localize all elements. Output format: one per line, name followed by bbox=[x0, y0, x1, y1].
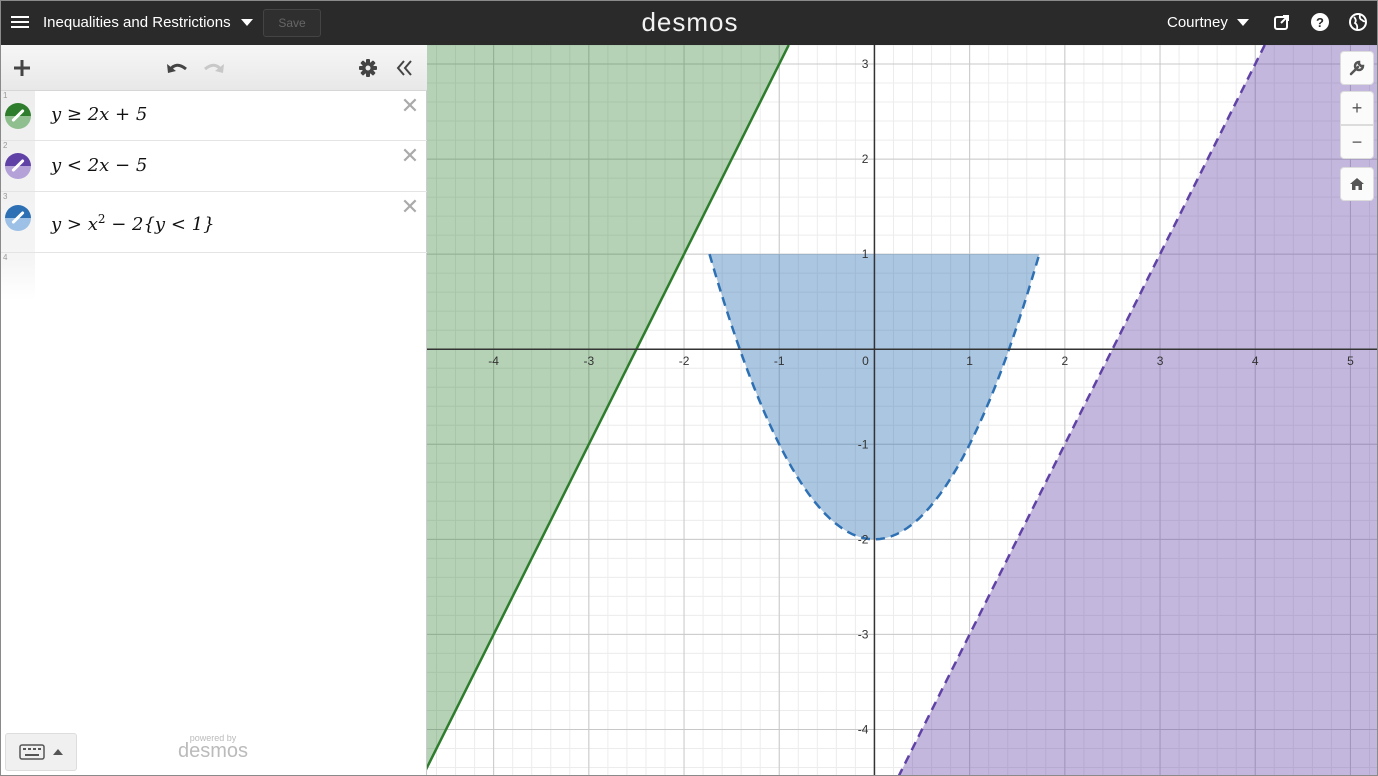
powered-by-brand: desmos bbox=[177, 740, 249, 762]
expression-row-3[interactable]: 3 y > x2 − 2{y < 1} ✕ bbox=[1, 192, 427, 253]
powered-by-logo: powered by desmos bbox=[175, 733, 251, 763]
expression-index: 1 bbox=[3, 91, 8, 100]
y-tick-label: 3 bbox=[862, 57, 869, 71]
x-tick-label: 2 bbox=[1061, 354, 1068, 368]
y-tick-label: -1 bbox=[858, 437, 869, 451]
share-icon[interactable] bbox=[1272, 12, 1292, 32]
top-bar: Inequalities and Restrictions Save desmo… bbox=[1, 1, 1377, 45]
y-tick-label: 1 bbox=[862, 247, 869, 261]
color-toggle-icon[interactable] bbox=[5, 205, 31, 231]
user-menu[interactable]: Courtney bbox=[1167, 14, 1249, 31]
expression-latex[interactable]: y > x2 − 2{y < 1} bbox=[51, 212, 215, 235]
graph-title: Inequalities and Restrictions bbox=[43, 14, 231, 31]
latex-base: y > x bbox=[51, 214, 98, 235]
delete-icon[interactable]: ✕ bbox=[399, 197, 421, 219]
expression-latex[interactable]: y ≥ 2x + 5 bbox=[51, 104, 147, 125]
gear-icon[interactable] bbox=[356, 56, 380, 80]
latex-rest: − 2{y < 1} bbox=[105, 214, 215, 235]
caret-down-icon bbox=[240, 19, 253, 26]
save-button[interactable]: Save bbox=[263, 9, 321, 37]
globe-icon[interactable] bbox=[1348, 12, 1368, 32]
x-tick-label: -4 bbox=[488, 354, 499, 368]
add-icon[interactable] bbox=[10, 56, 34, 80]
x-tick-label: 0 bbox=[862, 354, 869, 368]
home-icon[interactable] bbox=[1340, 167, 1374, 201]
graph-paper[interactable]: -4 -3 -2 -1 0 1 2 3 4 5 3 2 1 -1 -2 -3 -4 bbox=[427, 45, 1378, 776]
keyboard-icon bbox=[19, 744, 45, 760]
graph-title-dropdown[interactable]: Inequalities and Restrictions bbox=[43, 14, 253, 31]
zoom-out-button[interactable]: − bbox=[1340, 125, 1374, 159]
desmos-app: Inequalities and Restrictions Save desmo… bbox=[0, 0, 1378, 776]
caret-up-icon bbox=[53, 749, 63, 755]
redo-icon[interactable] bbox=[202, 56, 226, 80]
color-toggle-icon[interactable] bbox=[5, 103, 31, 129]
expression-index: 3 bbox=[3, 192, 8, 201]
expression-row-4[interactable]: 4 bbox=[1, 253, 427, 299]
y-tick-label: 2 bbox=[862, 152, 869, 166]
x-tick-label: -1 bbox=[774, 354, 785, 368]
delete-icon[interactable]: ✕ bbox=[399, 96, 421, 118]
x-tick-label: 1 bbox=[966, 354, 973, 368]
user-name: Courtney bbox=[1167, 14, 1228, 31]
expression-index: 2 bbox=[3, 141, 8, 150]
y-tick-label: -2 bbox=[858, 532, 869, 546]
color-toggle-icon[interactable] bbox=[5, 153, 31, 179]
expression-row-2[interactable]: 2 y < 2x − 5 ✕ bbox=[1, 141, 427, 192]
help-icon[interactable]: ? bbox=[1310, 12, 1330, 32]
y-tick-label: -3 bbox=[858, 627, 869, 641]
expression-row-1[interactable]: 1 y ≥ 2x + 5 ✕ bbox=[1, 91, 427, 141]
x-tick-label: 5 bbox=[1347, 354, 1354, 368]
y-tick-label: -4 bbox=[858, 722, 869, 736]
undo-icon[interactable] bbox=[165, 56, 189, 80]
svg-text:?: ? bbox=[1316, 15, 1324, 30]
collapse-icon[interactable] bbox=[392, 56, 416, 80]
caret-down-icon bbox=[1236, 19, 1249, 26]
x-tick-label: -2 bbox=[679, 354, 690, 368]
menu-icon[interactable] bbox=[11, 13, 31, 33]
x-tick-label: -3 bbox=[584, 354, 595, 368]
x-tick-label: 4 bbox=[1252, 354, 1259, 368]
delete-icon[interactable]: ✕ bbox=[399, 146, 421, 168]
expression-toolbar bbox=[1, 45, 427, 91]
zoom-in-button[interactable]: + bbox=[1340, 91, 1374, 125]
expression-latex[interactable]: y < 2x − 5 bbox=[51, 155, 147, 176]
expression-panel: 1 y ≥ 2x + 5 ✕ 2 y < 2x − 5 ✕ 3 y > x2 −… bbox=[1, 45, 427, 775]
x-tick-label: 3 bbox=[1157, 354, 1164, 368]
keyboard-toggle[interactable] bbox=[5, 733, 77, 771]
graph-canvas[interactable]: -4 -3 -2 -1 0 1 2 3 4 5 3 2 1 -1 -2 -3 -4 bbox=[427, 45, 1378, 776]
wrench-icon[interactable] bbox=[1340, 51, 1374, 85]
latex-exponent: 2 bbox=[97, 212, 106, 226]
expression-index: 4 bbox=[3, 253, 8, 262]
